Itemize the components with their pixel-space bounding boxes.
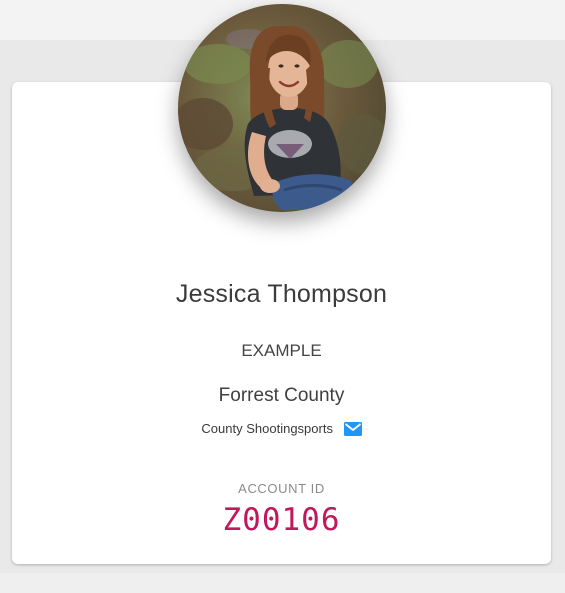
mail-icon[interactable]	[343, 422, 362, 439]
profile-photo	[178, 4, 386, 212]
program-label: County Shootingsports	[201, 421, 333, 436]
profile-page: Jessica Thompson EXAMPLE Forrest County …	[0, 0, 565, 593]
account-id-label: ACCOUNT ID	[238, 481, 325, 496]
program-row: County Shootingsports	[12, 421, 551, 439]
profile-county: Forrest County	[218, 385, 345, 406]
account-id-value: Z00106	[222, 502, 341, 538]
footer-bar	[0, 573, 565, 593]
profile-name: Jessica Thompson	[175, 280, 388, 308]
avatar	[178, 4, 386, 212]
profile-role: EXAMPLE	[241, 341, 322, 360]
